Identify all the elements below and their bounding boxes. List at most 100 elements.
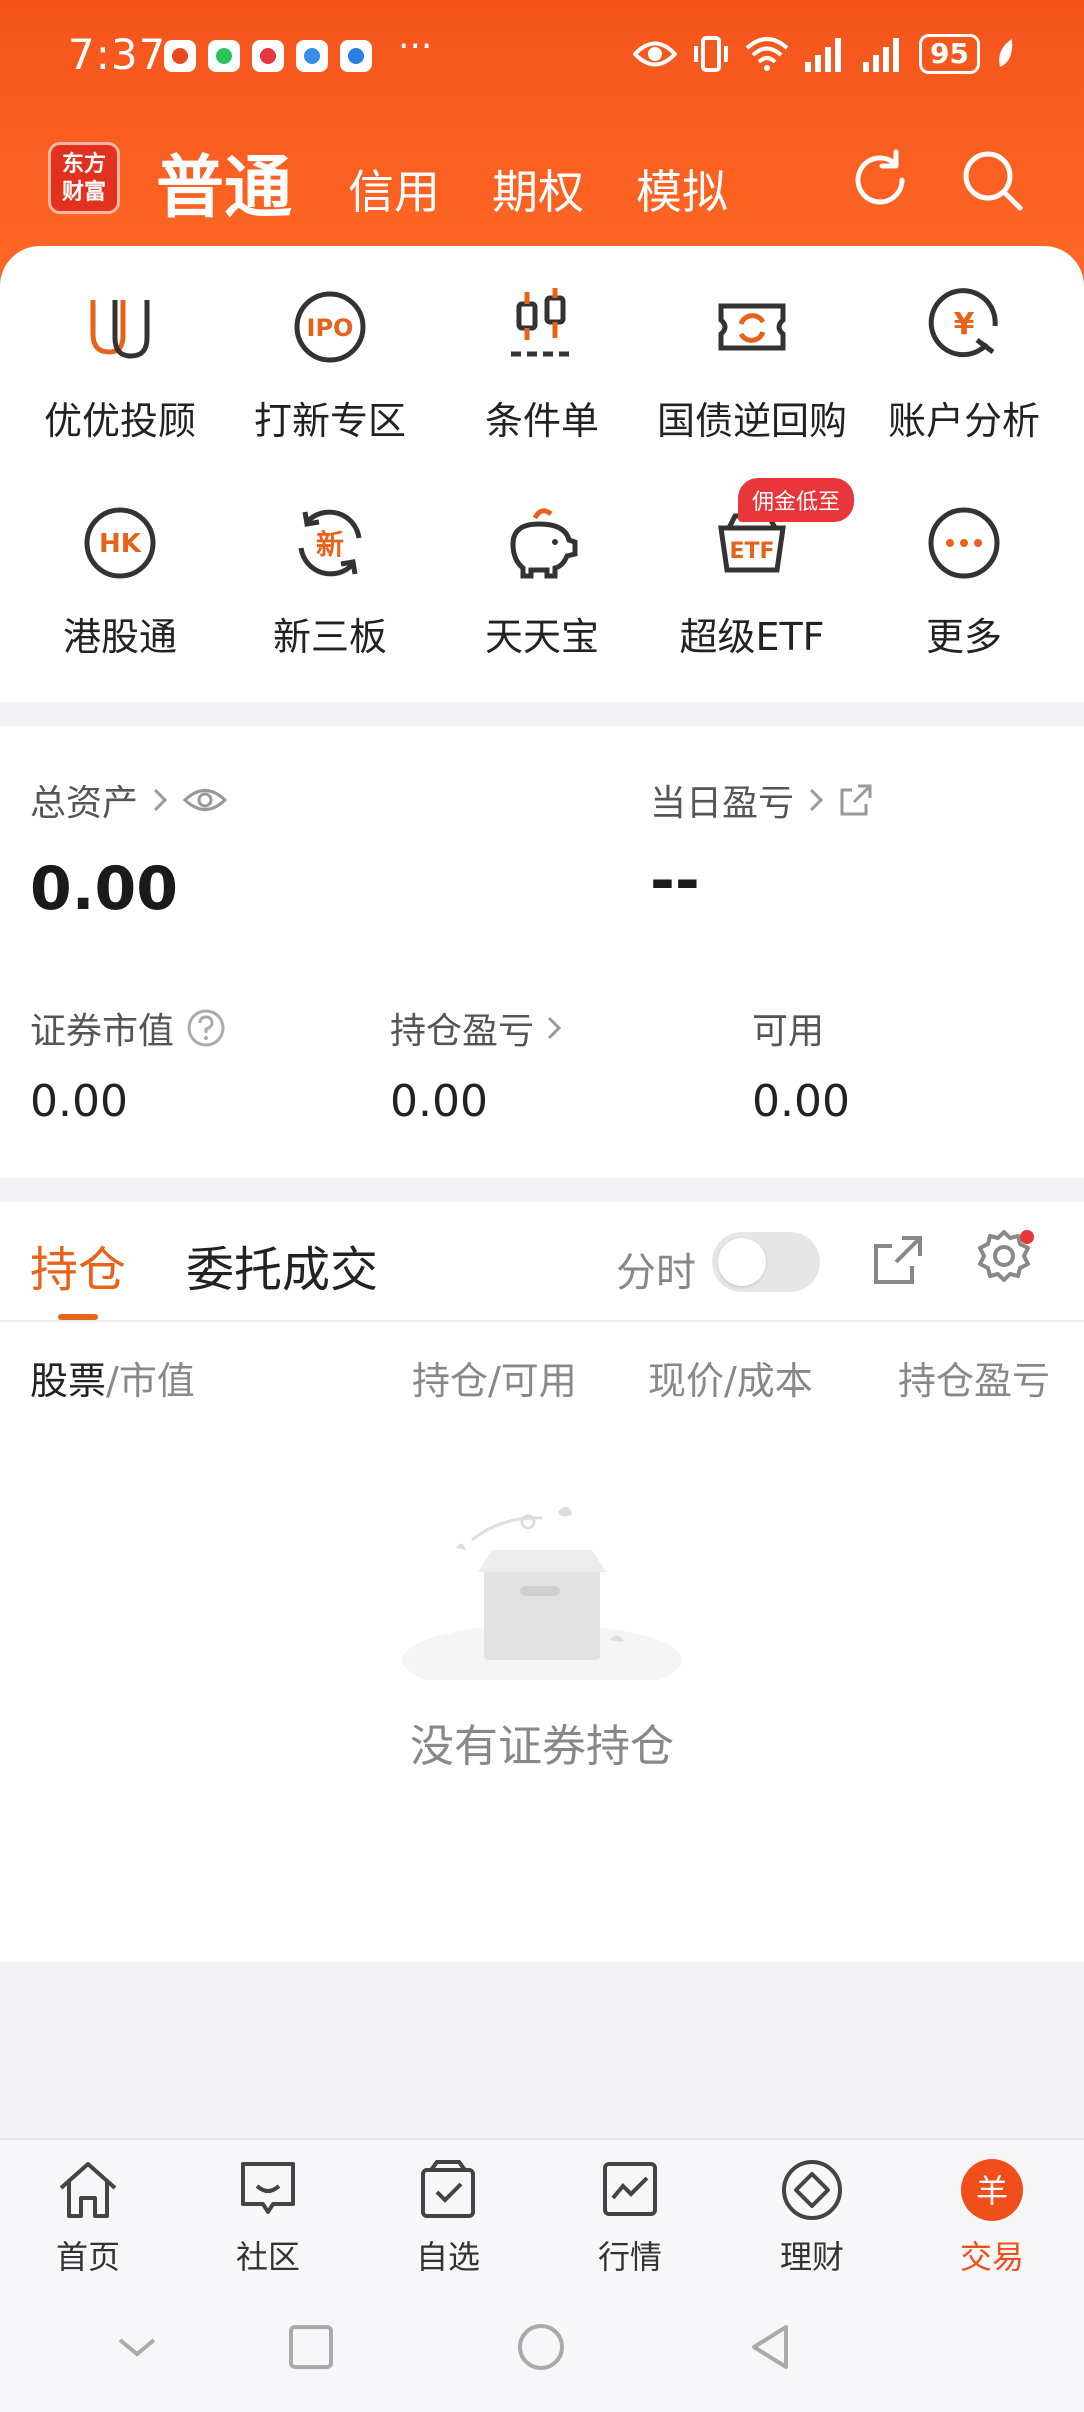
community-icon [241,2162,295,2214]
logo-text-2: 财富 [61,180,106,205]
account-analysis-icon: ¥ [928,288,998,358]
position-pl-value: 0.00 [390,1076,488,1127]
fenshi-toggle[interactable] [712,1232,820,1292]
app-notification-icon [252,40,284,72]
quick-entry-label: 新三板 [272,615,387,659]
tab-label: 交易 [959,2238,1024,2276]
app-notification-icon [340,40,372,72]
refresh-icon[interactable] [846,146,914,214]
piggy-bank-icon [510,508,578,579]
tab-trade[interactable]: 羊 交易 [922,2158,1062,2278]
quick-entry-label: 优优投顾 [43,399,196,443]
chevron-down-icon[interactable] [112,2322,162,2372]
tab-orders-trades[interactable]: 委托成交 [186,1230,378,1300]
condition-order-icon [511,288,573,357]
watchlist-icon [421,2160,475,2218]
recent-apps-icon[interactable] [286,2322,336,2372]
chevron-right-icon [809,788,824,812]
quick-entry-account-analysis[interactable]: ¥ 账户分析 [856,282,1072,445]
tab-community[interactable]: 社区 [198,2158,338,2278]
tab-options[interactable]: 期权 [492,156,584,222]
tab-wealth[interactable]: 理财 [742,2158,882,2278]
share-icon[interactable] [838,782,874,818]
quick-entry-condition-order[interactable]: 条件单 [434,282,650,445]
bottom-tab-bar: 首页 社区 自选 行情 理财 羊 交易 [0,2138,1084,2298]
neeq-icon: 新 [298,509,362,577]
column-header-pl: 持仓盈亏 [898,1359,1051,1403]
tab-simulated[interactable]: 模拟 [636,156,728,222]
position-pl-label: 持仓盈亏 [390,1011,535,1052]
trade-icon: 羊 [961,2159,1023,2221]
quick-entry-label: 超级ETF [679,615,825,659]
quick-entry-more[interactable]: 更多 [856,498,1072,661]
market-value: 0.00 [30,1076,128,1127]
tab-label: 首页 [55,2238,120,2276]
column-header-qty: 持仓/可用 [412,1359,577,1403]
tab-market[interactable]: 行情 [560,2158,700,2278]
wifi-icon [745,37,789,71]
tab-credit[interactable]: 信用 [348,156,440,222]
day-pl-label: 当日盈亏 [650,783,795,824]
tab-label: 行情 [597,2238,662,2276]
quick-entry-label: 天天宝 [484,615,599,659]
column-header-stock-sub: /市值 [106,1359,195,1403]
empty-state-text: 没有证券持仓 [410,1721,674,1772]
available-value: 0.00 [752,1076,850,1127]
quick-entry-ipo[interactable]: IPO 打新专区 [222,282,438,445]
signal-icon [863,38,900,72]
home-icon [59,2162,117,2218]
divider [0,1320,1084,1322]
available-metric: 可用 0.00 [752,1002,850,1127]
tab-home[interactable]: 首页 [18,2158,158,2278]
back-icon[interactable] [746,2322,796,2372]
position-pl-metric[interactable]: 持仓盈亏 0.00 [390,1002,562,1127]
day-pl-header[interactable]: 当日盈亏 [650,774,874,826]
wechat-icon [208,40,240,72]
logo-text-1: 东方 [61,152,106,177]
search-icon[interactable] [958,146,1028,216]
chevron-right-icon [547,1016,562,1040]
quick-entry-repo[interactable]: 国债逆回购 [644,282,860,445]
quick-entry-uu-advisor[interactable]: 优优投顾 [12,282,228,445]
tab-label: 理财 [779,2238,844,2276]
quick-entry-hk-connect[interactable]: HK 港股通 [12,498,228,661]
day-pl-value: -- [650,846,700,916]
home-button-icon[interactable] [516,2322,566,2372]
app-notification-icon [296,40,328,72]
system-indicators: 95 [633,34,1016,74]
more-notifications: ··· [398,26,433,67]
total-assets-value: 0.00 [30,854,179,924]
export-icon[interactable] [870,1232,926,1288]
assets-summary: 总资产 0.00 当日盈亏 -- 证券市值 0.00 持仓盈亏 0.00 可用 … [0,726,1084,1178]
ipo-icon-text: IPO [307,314,354,342]
leaf-icon [999,39,1013,67]
tab-watchlist[interactable]: 自选 [378,2158,518,2278]
tab-label: 自选 [415,2238,480,2276]
eye-icon[interactable] [182,785,228,815]
market-value-label: 证券市值 [30,1011,175,1052]
tab-holdings[interactable]: 持仓 [30,1230,126,1300]
neeq-icon-text: 新 [316,528,344,561]
column-header-stock-label: 股票 [30,1359,107,1403]
system-navigation-bar [0,2298,1084,2412]
help-icon[interactable] [186,1008,226,1048]
market-value-metric: 证券市值 0.00 [30,1002,226,1127]
etf-icon-text: ETF [729,539,774,564]
eastmoney-logo: 东方 财富 [48,142,120,214]
available-label: 可用 [752,1011,825,1052]
quick-entry-tiantianbao[interactable]: 天天宝 [434,498,650,661]
signal-icon [805,38,842,72]
quick-entry-label: 条件单 [484,399,599,443]
quick-entry-label: 账户分析 [887,399,1040,443]
notification-icons [164,40,372,72]
vibrate-icon [694,36,729,72]
quick-entry-super-etf[interactable]: ETF 超级ETF [644,498,860,661]
hk-stock-icon: HK [84,507,156,579]
repo-icon [718,303,786,351]
total-assets-header[interactable]: 总资产 [30,774,228,826]
toggle-knob [718,1238,766,1286]
positions-panel: 持仓 委托成交 分时 股票/市值 持仓/可用 现价/成本 持仓盈亏 没有证券持仓 [0,1202,1084,1962]
tab-normal[interactable]: 普通 [156,132,292,231]
status-time: 7:37 [68,30,167,79]
quick-entry-neeq[interactable]: 新 新三板 [222,498,438,661]
